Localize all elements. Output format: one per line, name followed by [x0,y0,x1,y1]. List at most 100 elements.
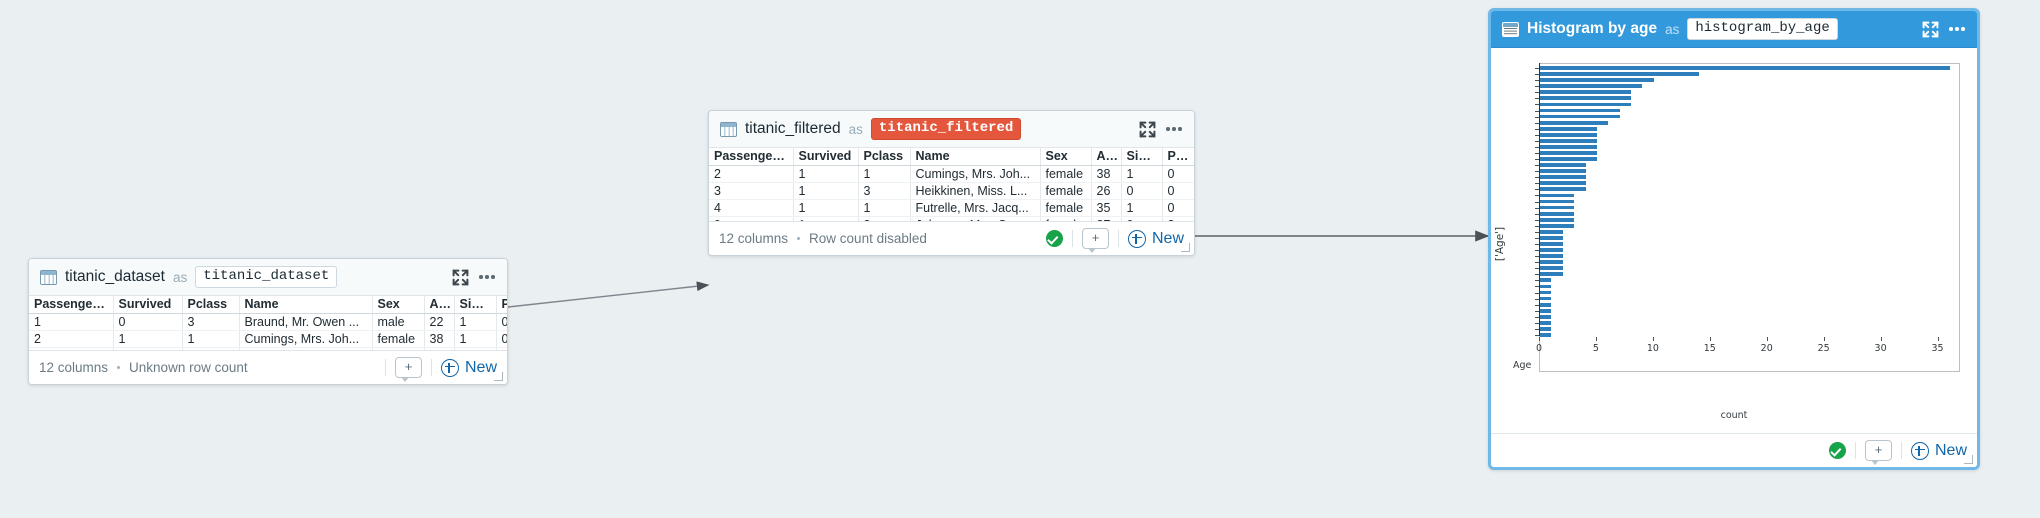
table-header-row: PassengerId Survived Pclass Name Sex Age… [709,148,1194,166]
column-header[interactable]: Sex [1040,148,1092,166]
new-node-button[interactable]: New [440,358,497,377]
x-axis-tick [1823,337,1825,341]
histogram-bar [1540,248,1563,252]
x-axis-tick [1652,337,1654,341]
x-axis-tick-label: 0 [1535,343,1543,354]
table-icon [720,121,737,137]
histogram-bar [1540,242,1563,246]
column-header[interactable]: Age [1091,148,1122,166]
node-as-label: as [172,269,188,285]
node-header-histogram-by-age[interactable]: Histogram by age as histogram_by_age [1491,11,1977,48]
table-row[interactable]: 2 1 1 Cumings, Mrs. Joh... female 38 1 0 [29,330,507,348]
cell: female [372,330,425,348]
table-row[interactable]: 3 1 3 Heikkinen, Miss. L... female 26 0 … [709,182,1194,200]
cell: 1 [454,313,497,331]
node-footer-titanic-filtered: 12 columns Row count disabled + New [709,221,1194,255]
histogram-bar [1540,278,1552,283]
column-header[interactable]: Sex [372,296,425,314]
node-titanic-dataset[interactable]: titanic_dataset as titanic_dataset Passe… [28,258,508,385]
cell: 22 [424,313,455,331]
node-histogram-by-age[interactable]: Histogram by age as histogram_by_age 0 5 1… [1488,8,1980,470]
cell: 38 [1091,165,1122,183]
column-header[interactable]: Parc [496,296,507,314]
histogram-bar [1540,120,1609,125]
new-node-button[interactable]: New [1127,229,1184,248]
add-comment-button[interactable]: + [1081,228,1109,253]
column-header[interactable]: Pclass [858,148,911,166]
histogram-bar [1540,314,1552,319]
column-header[interactable]: Age [424,296,455,314]
node-alias[interactable]: titanic_dataset [195,265,338,289]
expand-icon[interactable] [1139,121,1156,138]
table-row[interactable]: 4 1 1 Futrelle, Mrs. Jacq... female 35 1… [709,199,1194,217]
add-comment-button[interactable]: + [394,357,422,382]
histogram-bar [1540,102,1632,107]
histogram-bar [1540,211,1575,216]
cell: 3 [182,313,240,331]
histogram-bar [1540,114,1620,119]
cell: 3 [709,182,794,200]
column-header[interactable]: Survived [113,296,183,314]
cell: Cumings, Mrs. Joh... [239,330,373,348]
table-row[interactable]: 1 0 3 Braund, Mr. Owen ... male 22 1 0 [29,313,507,331]
x-axis-tick-label: 30 [1874,343,1887,354]
table-row[interactable]: 2 1 1 Cumings, Mrs. Joh... female 38 1 0 [709,165,1194,183]
chart-canvas[interactable]: 0 5 10 15 20 25 30 35 count ['Age'] Age [1491,48,1977,427]
cell: 38 [424,330,455,348]
node-title: titanic_filtered [745,120,841,137]
expand-icon[interactable] [1922,21,1939,38]
histogram-bar [1540,126,1597,131]
histogram-bar [1540,217,1575,222]
table-icon [40,269,57,285]
histogram-bar [1540,138,1597,143]
column-header[interactable]: SibSp [1121,148,1163,166]
histogram-bar [1540,66,1950,70]
node-title: titanic_dataset [65,268,165,285]
column-header[interactable]: Name [239,296,373,314]
column-header[interactable]: Parch [1162,148,1194,166]
cell: 1 [793,199,859,217]
check-circle-icon [1828,442,1846,459]
cell: female [1040,165,1092,183]
new-node-button[interactable]: New [1910,441,1967,460]
cell: 1 [1121,165,1163,183]
column-header[interactable]: Survived [793,148,859,166]
footer-separator-dot [797,237,801,240]
add-comment-button[interactable]: + [1864,440,1892,465]
flow-canvas[interactable]: titanic_dataset as titanic_dataset Passe… [0,0,2040,518]
footer-divider [1071,230,1073,247]
resize-handle[interactable] [1181,243,1190,252]
column-header[interactable]: PassengerId [709,148,794,166]
histogram-bars [1535,63,1960,372]
column-header[interactable]: SibSp [454,296,497,314]
cell: 3 [858,182,911,200]
node-header-titanic-filtered[interactable]: titanic_filtered as titanic_filtered [709,111,1194,148]
histogram-bar [1540,272,1563,277]
more-options-icon[interactable] [1164,121,1184,138]
column-header[interactable]: Pclass [182,296,240,314]
histogram-bar [1540,229,1563,234]
column-header[interactable]: PassengerId [29,296,114,314]
histogram-bar [1540,236,1563,240]
y-axis-spine [1539,63,1541,336]
node-title: Histogram by age [1527,20,1658,37]
cell: 1 [454,330,497,348]
resize-handle[interactable] [494,372,503,381]
histogram-bar [1540,223,1575,228]
x-axis-tick-label: 35 [1931,343,1944,354]
node-as-label: as [848,121,863,137]
histogram-bar [1540,175,1586,180]
node-alias[interactable]: titanic_filtered [870,117,1022,141]
node-header-titanic-dataset[interactable]: titanic_dataset as titanic_dataset [29,259,507,296]
more-options-icon[interactable] [477,269,497,286]
cell: 0 [113,313,183,331]
connector-dataset-to-filtered [507,281,710,308]
new-node-label: New [1151,229,1184,247]
more-options-icon[interactable] [1947,21,1967,38]
column-header[interactable]: Name [910,148,1041,166]
cell: Heikkinen, Miss. L... [910,182,1041,200]
expand-icon[interactable] [452,269,469,286]
node-titanic-filtered[interactable]: titanic_filtered as titanic_filtered Pas… [708,110,1195,256]
resize-handle[interactable] [1964,455,1973,464]
node-alias[interactable]: histogram_by_age [1687,17,1838,41]
